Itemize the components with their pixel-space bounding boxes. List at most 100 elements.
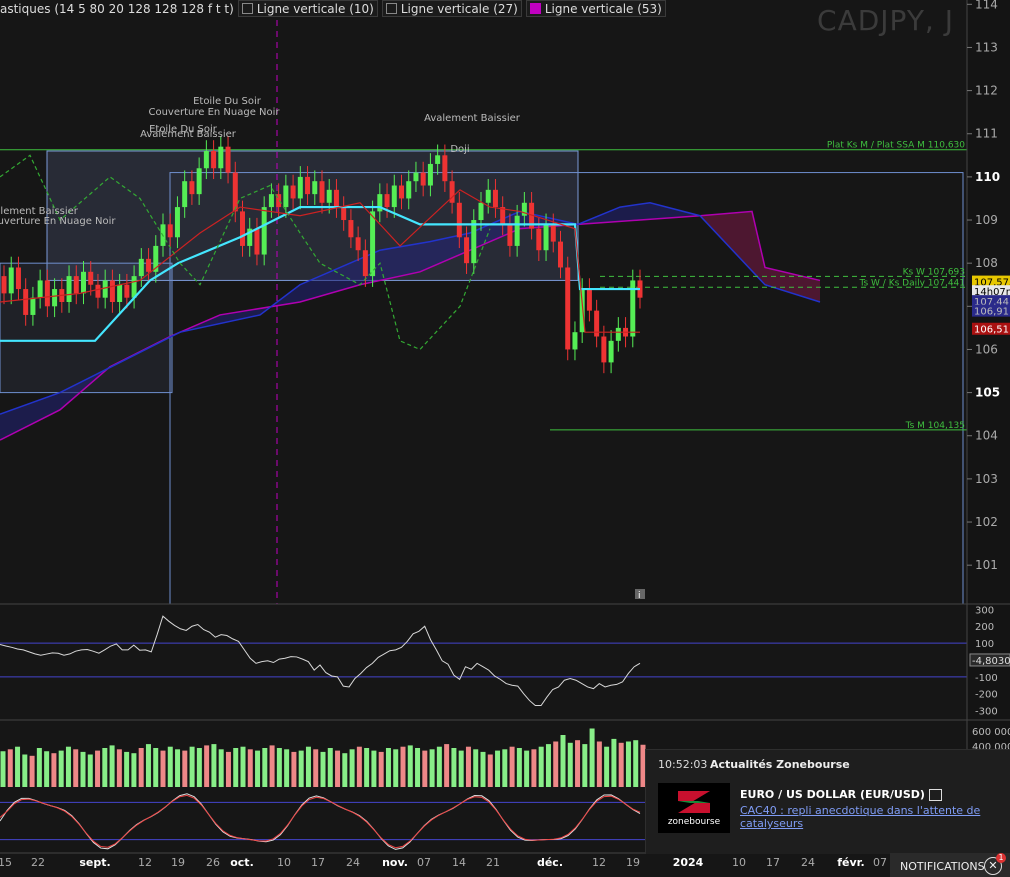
candle-body	[268, 194, 274, 208]
news-instrument-label: EURO / US DOLLAR (EUR/USD)	[740, 788, 925, 801]
date-tick-label: 10	[277, 856, 291, 869]
candle-body	[362, 250, 368, 277]
pattern-label: Etoile Du Soir	[193, 96, 262, 107]
candle-body	[290, 185, 296, 199]
cci-tick-label: -300	[975, 707, 998, 718]
candle-body	[543, 224, 549, 251]
candle-body	[485, 189, 491, 203]
volume-bar	[335, 750, 341, 787]
volume-bar	[189, 746, 195, 787]
volume-bar	[385, 748, 391, 787]
date-tick-label: nov.	[382, 856, 408, 869]
volume-bar	[211, 744, 217, 787]
candle-body	[370, 211, 376, 277]
volume-bar	[422, 750, 428, 787]
candle-body	[73, 276, 79, 294]
pattern-label: Couverture En Nuage Noir	[0, 216, 116, 227]
volume-bar	[633, 740, 639, 787]
cci-tick-label: -100	[975, 673, 998, 684]
volume-bar	[313, 749, 319, 787]
candle-body	[384, 194, 390, 208]
candle-body	[254, 228, 260, 255]
candle-body	[507, 224, 513, 246]
news-headline-link[interactable]: CAC40 : repli anecdotique dans l'attente…	[740, 804, 990, 830]
volume-bar	[349, 749, 355, 787]
candle-body	[37, 280, 43, 298]
symbol-watermark: CADJPY, J	[817, 4, 954, 37]
candle-body	[305, 176, 311, 195]
notifications-label: NOTIFICATIONS	[900, 860, 985, 873]
date-tick-label: 14	[452, 856, 466, 869]
volume-bar	[15, 746, 21, 787]
news-instrument[interactable]: EURO / US DOLLAR (EUR/USD)	[740, 788, 942, 801]
candle-body	[66, 276, 72, 302]
zonebourse-logo: zonebourse	[658, 783, 730, 833]
volume-bar	[36, 748, 42, 787]
candle-body	[138, 258, 144, 277]
volume-bar	[7, 749, 13, 787]
volume-bar	[407, 745, 413, 787]
legend-item-label: Ligne verticale (10)	[256, 1, 374, 16]
volume-bar	[298, 750, 304, 787]
candle-body	[492, 189, 498, 208]
horizontal-line-label: Ts M 104,135	[905, 421, 965, 431]
candle-body	[189, 181, 195, 195]
candle-body	[348, 220, 354, 238]
cci-value-label: -4,8030	[972, 656, 1010, 667]
candle-body	[117, 284, 123, 302]
legend-vertical-line-10[interactable]: Ligne verticale (10)	[237, 0, 378, 17]
candle-body	[167, 224, 173, 238]
price-tick-label: 101	[975, 558, 998, 572]
candle-body	[211, 151, 217, 169]
volume-bar	[451, 748, 457, 787]
date-tick-label: 17	[311, 856, 325, 869]
candle-body	[261, 207, 267, 255]
date-tick-label: 15	[0, 856, 12, 869]
legend-vertical-line-53[interactable]: Ligne verticale (53)	[525, 0, 666, 17]
price-tick-label: 110	[975, 170, 1000, 184]
volume-bar	[611, 738, 617, 787]
volume-bar	[327, 748, 333, 787]
volume-bar	[495, 750, 501, 787]
candle-body	[608, 340, 614, 363]
date-tick-label: 12	[592, 856, 606, 869]
candle-body	[225, 146, 231, 173]
candle-body	[558, 241, 563, 268]
candle-body	[413, 172, 419, 182]
candle-body	[601, 336, 607, 363]
volume-bar	[553, 741, 559, 787]
date-tick-label: 2024	[673, 856, 704, 869]
volume-bar	[473, 749, 479, 787]
candle-body	[406, 181, 412, 199]
volume-bar	[589, 728, 595, 787]
candle-body	[427, 163, 433, 186]
candle-body	[174, 207, 180, 238]
candle-body	[203, 151, 209, 169]
cci-tick-label: 300	[975, 605, 994, 616]
indicator-legend-label: astiques (14 5 80 20 128 128 128 f t t)	[0, 1, 234, 16]
notifications-bar[interactable]: NOTIFICATIONS ✕ 1	[890, 853, 1010, 877]
volume-bar	[291, 751, 297, 787]
price-tick-label: 102	[975, 515, 998, 529]
chart-root[interactable]: Plat Ks M / Plat SSA M 110,630 Ks W 107,6…	[0, 0, 1010, 877]
zone-box	[46, 150, 579, 281]
candle-body	[146, 258, 152, 272]
pattern-label: Doji	[450, 144, 469, 155]
date-tick-label: sept.	[79, 856, 110, 869]
legend-vertical-line-27[interactable]: Ligne verticale (27)	[381, 0, 522, 17]
candle-body	[312, 181, 318, 195]
news-time: 10:52:03	[658, 758, 708, 771]
candle-body	[341, 207, 347, 221]
news-popup[interactable]: 10:52:03 Actualités Zonebourse zonebours…	[645, 749, 1010, 854]
price-flag-label: 106,911	[974, 307, 1010, 318]
price-tick-label: 104	[975, 429, 998, 443]
volume-bar	[531, 749, 537, 787]
chart-icon[interactable]	[928, 789, 942, 801]
price-tick-label: 112	[975, 84, 998, 98]
horizontal-line-label: Plat Ks M / Plat SSA M 110,630	[827, 141, 965, 151]
candle-body	[44, 280, 50, 307]
date-tick-label: 26	[206, 856, 220, 869]
volume-bar	[80, 751, 86, 787]
volume-bar	[0, 751, 6, 787]
volume-bar	[516, 748, 522, 787]
